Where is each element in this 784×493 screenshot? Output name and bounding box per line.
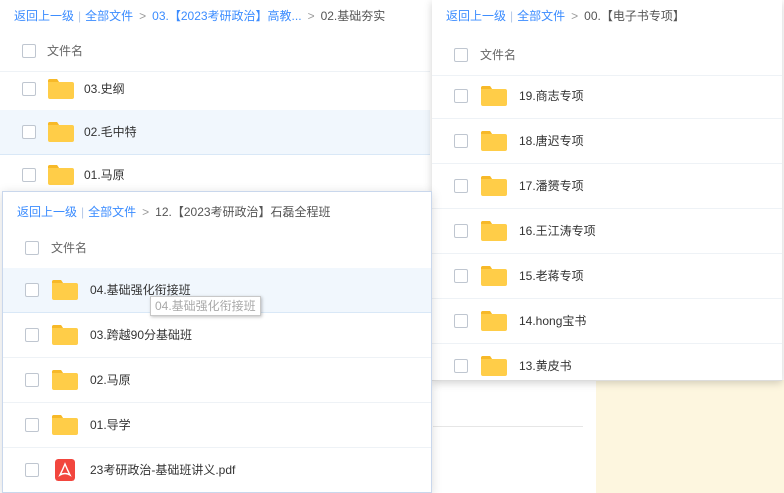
breadcrumb-parent-link[interactable]: 03.【2023考研政治】高教... [152,9,301,23]
row-checkbox[interactable] [454,134,468,148]
pdf-icon [55,459,75,481]
file-browser-panel-ebooks: 返回上一级 | 全部文件 >00.【电子书专项】 文件名 19.商志专项 18.唐迟专… [432,0,782,381]
row-checkbox[interactable] [25,328,39,342]
list-item[interactable]: 02.毛中特 [0,110,430,155]
back-link[interactable]: 返回上一级 [17,205,77,219]
all-files-link[interactable]: 全部文件 [517,9,565,23]
row-checkbox[interactable] [454,179,468,193]
folder-icon [52,415,78,435]
list-item[interactable]: 03.跨越90分基础班 [3,313,431,358]
list-item[interactable]: 18.唐迟专项 [432,119,782,164]
list-item[interactable]: 15.老蒋专项 [432,254,782,299]
select-all-checkbox[interactable] [22,44,36,58]
file-name[interactable]: 03.跨越90分基础班 [90,327,192,343]
all-files-link[interactable]: 全部文件 [88,205,136,219]
column-header-row: 文件名 [3,228,431,269]
folder-icon [52,325,78,345]
row-checkbox[interactable] [454,89,468,103]
row-checkbox[interactable] [25,373,39,387]
folder-icon [481,266,507,286]
folder-icon [52,280,78,300]
column-header-filename: 文件名 [51,241,88,255]
file-name[interactable]: 19.商志专项 [519,88,584,104]
folder-icon [481,86,507,106]
list-item[interactable]: 19.商志专项 [432,74,782,119]
breadcrumb: 返回上一级 | 全部文件 >03.【2023考研政治】高教... >02.基础夯实 [14,9,386,23]
list-item[interactable]: 14.hong宝书 [432,299,782,344]
list-item[interactable]: 23考研政治-基础班讲义.pdf [3,448,431,492]
column-header-filename: 文件名 [47,44,84,58]
row-checkbox[interactable] [454,224,468,238]
file-name[interactable]: 23考研政治-基础班讲义.pdf [90,462,235,478]
folder-icon [481,356,507,376]
list-item[interactable]: 01.导学 [3,403,431,448]
file-name[interactable]: 18.唐迟专项 [519,133,584,149]
all-files-link[interactable]: 全部文件 [85,9,133,23]
back-link[interactable]: 返回上一级 [14,9,74,23]
breadcrumb-current: 00.【电子书专项】 [584,9,685,23]
folder-icon [481,221,507,241]
folder-icon [48,122,74,142]
file-name[interactable]: 16.王江涛专项 [519,223,596,239]
row-checkbox[interactable] [22,168,36,182]
file-name[interactable]: 17.潘赟专项 [519,178,584,194]
breadcrumb: 返回上一级 | 全部文件 >00.【电子书专项】 [446,9,685,23]
file-name[interactable]: 01.导学 [90,417,131,433]
list-item[interactable]: 01.马原 [0,153,430,195]
folder-icon [481,131,507,151]
row-checkbox[interactable] [22,125,36,139]
row-checkbox[interactable] [25,463,39,477]
drag-ghost-label: 04.基础强化衔接班 [150,296,261,316]
file-name[interactable]: 14.hong宝书 [519,313,586,329]
row-checkbox[interactable] [25,418,39,432]
folder-icon [481,176,507,196]
row-checkbox[interactable] [22,82,36,96]
row-checkbox[interactable] [454,269,468,283]
folder-icon [481,311,507,331]
folder-icon [48,79,74,99]
row-checkbox[interactable] [454,359,468,373]
file-name[interactable]: 15.老蒋专项 [519,268,584,284]
folder-icon [52,370,78,390]
file-name[interactable]: 13.黄皮书 [519,358,572,374]
column-header-filename: 文件名 [480,48,517,62]
file-name[interactable]: 02.马原 [90,372,131,388]
row-checkbox[interactable] [454,314,468,328]
background-divider [433,426,583,427]
breadcrumb: 返回上一级 | 全部文件 >12.【2023考研政治】石磊全程班 [17,205,331,219]
list-item[interactable]: 03.史纲 [0,67,430,112]
select-all-checkbox[interactable] [454,48,468,62]
column-header-row: 文件名 [432,35,782,76]
list-item[interactable]: 17.潘赟专项 [432,164,782,209]
file-name[interactable]: 02.毛中特 [84,124,137,140]
folder-icon [48,165,74,185]
breadcrumb-current: 02.基础夯实 [320,9,386,23]
list-item[interactable]: 13.黄皮书 [432,344,782,380]
file-name[interactable]: 03.史纲 [84,81,125,97]
select-all-checkbox[interactable] [25,241,39,255]
file-browser-panel-basic: 返回上一级 | 全部文件 >03.【2023考研政治】高教... >02.基础夯实 文件… [0,0,430,195]
list-item[interactable]: 02.马原 [3,358,431,403]
file-browser-panel-course: 返回上一级 | 全部文件 >12.【2023考研政治】石磊全程班 文件名 04.基础强… [2,191,432,493]
background-panel [596,380,784,493]
row-checkbox[interactable] [25,283,39,297]
back-link[interactable]: 返回上一级 [446,9,506,23]
column-header-row: 文件名 [0,31,430,72]
list-item[interactable]: 16.王江涛专项 [432,209,782,254]
breadcrumb-current: 12.【2023考研政治】石磊全程班 [155,205,331,219]
file-name[interactable]: 01.马原 [84,167,125,183]
